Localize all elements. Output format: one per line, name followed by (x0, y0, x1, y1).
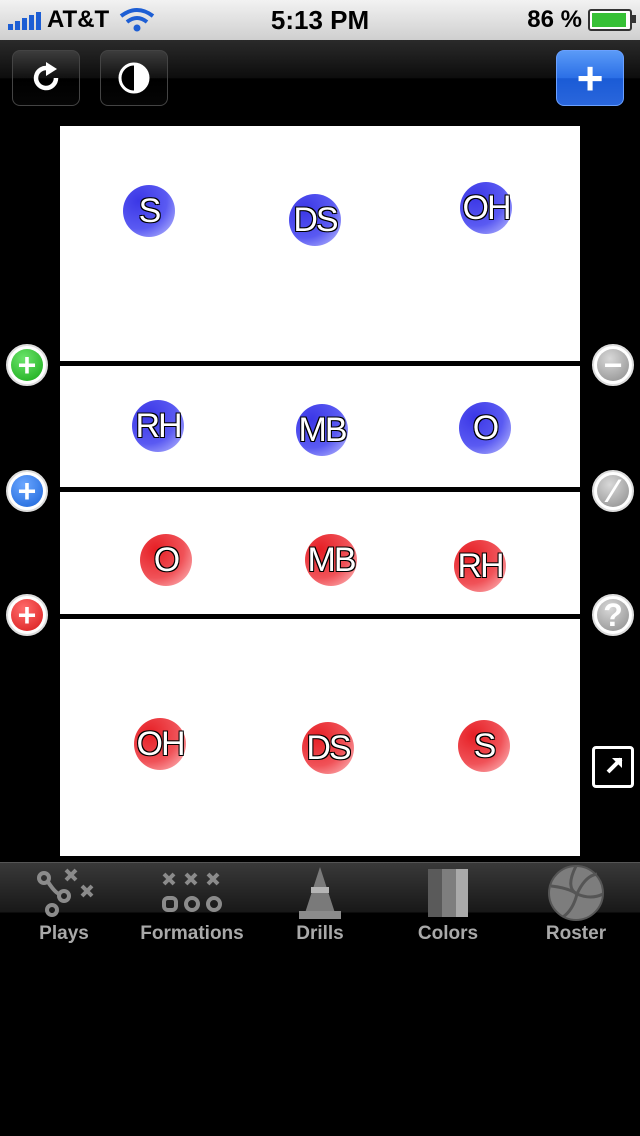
battery-icon (588, 9, 636, 31)
refresh-button[interactable] (12, 50, 80, 106)
player-red-o[interactable]: O (140, 534, 192, 586)
tab-colors[interactable]: Colors (384, 863, 512, 961)
player-blue-ds[interactable]: DS (289, 194, 341, 246)
tab-bar: Plays Formations Drills Colors Roster (0, 862, 640, 961)
player-red-ds[interactable]: DS (302, 722, 354, 774)
contrast-button[interactable] (100, 50, 168, 106)
player-red-oh[interactable]: OH (134, 718, 186, 770)
player-red-s[interactable]: S (458, 720, 510, 772)
volleyball-icon (548, 865, 604, 921)
attack-line-blue (60, 487, 580, 492)
colors-icon (428, 869, 468, 917)
player-blue-mb[interactable]: MB (296, 404, 348, 456)
half-circle-icon (118, 62, 150, 94)
add-player-red-button[interactable]: + (6, 594, 48, 636)
tab-plays[interactable]: Plays (0, 863, 128, 961)
player-blue-rh[interactable]: RH (132, 400, 184, 452)
pencil-icon: ⁄ (597, 475, 629, 507)
minus-icon: − (597, 349, 629, 381)
add-button[interactable]: + (556, 50, 624, 106)
attack-line-red (60, 614, 580, 619)
refresh-icon (33, 62, 59, 91)
tab-roster-label: Roster (545, 923, 607, 944)
battery-group: 86 % (527, 6, 636, 34)
green-plus-icon: + (11, 349, 43, 381)
share-button[interactable] (592, 746, 634, 788)
top-toolbar: + (0, 40, 640, 116)
tab-colors-label: Colors (417, 923, 479, 944)
tab-drills-label: Drills (296, 923, 344, 944)
cone-icon (299, 867, 341, 919)
player-blue-s[interactable]: S (123, 185, 175, 237)
remove-button[interactable]: − (592, 344, 634, 386)
help-icon: ? (597, 599, 629, 631)
plays-icon (37, 868, 94, 917)
add-player-green-button[interactable]: + (6, 344, 48, 386)
net-line (60, 361, 580, 366)
tab-plays-label: Plays (39, 923, 89, 944)
help-button[interactable]: ? (592, 594, 634, 636)
tab-formations[interactable]: Formations (128, 863, 256, 961)
tab-roster[interactable]: Roster (512, 863, 640, 961)
tab-drills[interactable]: Drills (256, 863, 384, 961)
player-red-rh[interactable]: RH (454, 540, 506, 592)
status-bar: AT&T 5:13 PM 86 % (0, 0, 640, 40)
player-blue-oh[interactable]: OH (460, 182, 512, 234)
blue-plus-icon: + (11, 475, 43, 507)
red-plus-icon: + (11, 599, 43, 631)
battery-percent: 86 % (527, 6, 582, 33)
share-icon (606, 757, 623, 774)
player-red-mb[interactable]: MB (305, 534, 357, 586)
formations-icon (162, 872, 222, 912)
tab-formations-label: Formations (140, 923, 244, 944)
draw-button[interactable]: ⁄ (592, 470, 634, 512)
add-player-blue-button[interactable]: + (6, 470, 48, 512)
player-blue-o[interactable]: O (459, 402, 511, 454)
